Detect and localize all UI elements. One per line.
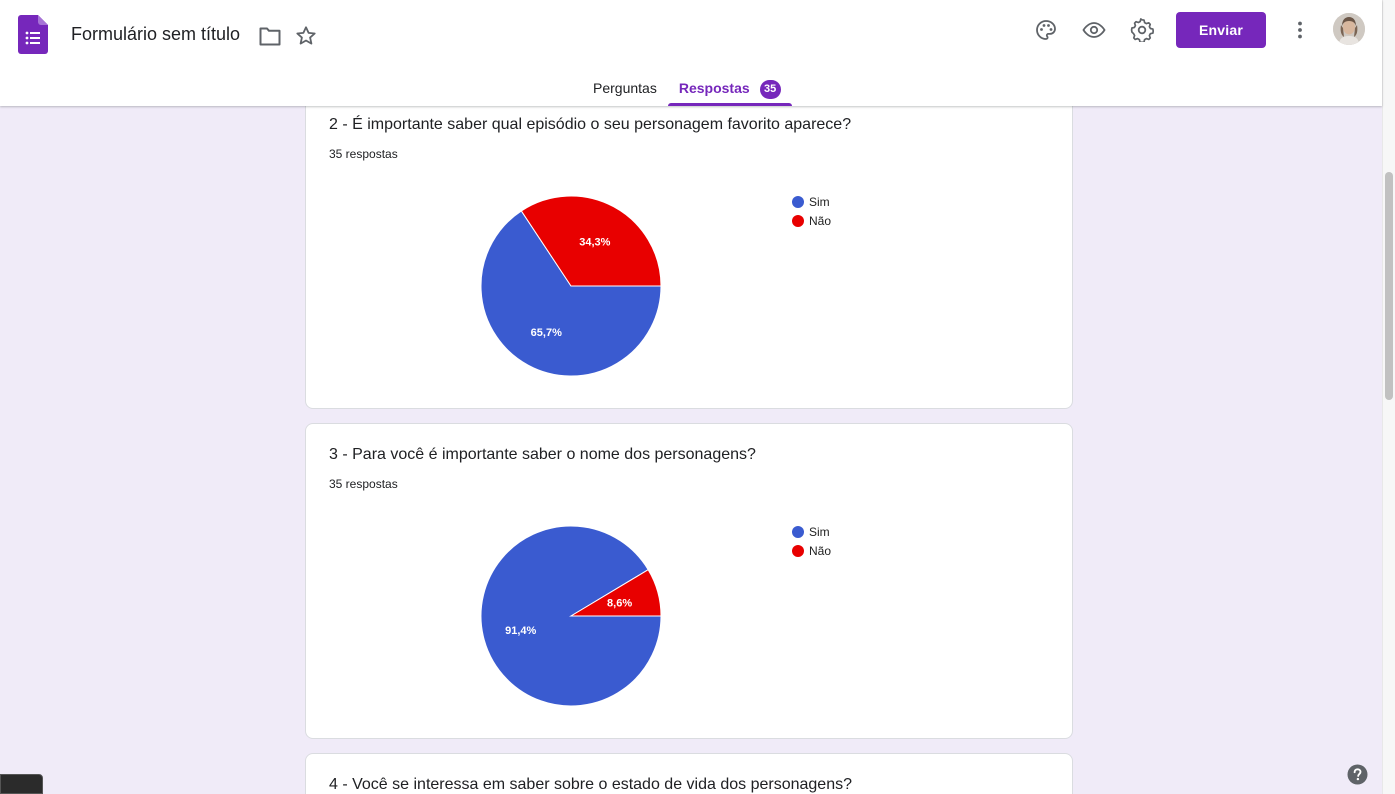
question-title: 4 - Você se interessa em saber sobre o e… bbox=[329, 776, 852, 793]
eye-icon[interactable] bbox=[1082, 18, 1106, 42]
legend-item-sim[interactable]: Sim bbox=[792, 192, 831, 211]
forms-logo-icon[interactable] bbox=[18, 15, 48, 54]
pie-chart: 65,7% 34,3% bbox=[480, 195, 662, 377]
question-title: 2 - É importante saber qual episódio o s… bbox=[329, 116, 852, 133]
question-card: 2 - É importante saber qual episódio o s… bbox=[305, 60, 1073, 409]
responses-count-badge: 35 bbox=[759, 80, 781, 99]
pie-chart: 91,4% 8,6% bbox=[480, 525, 662, 707]
slice-label: 65,7% bbox=[531, 327, 562, 339]
legend-item-nao[interactable]: Não bbox=[792, 211, 831, 230]
legend-item-sim[interactable]: Sim bbox=[792, 522, 831, 541]
more-vert-icon[interactable] bbox=[1288, 18, 1312, 42]
question-card: 3 - Para você é importante saber o nome … bbox=[305, 423, 1073, 739]
slice-label: 34,3% bbox=[579, 237, 610, 249]
scrollbar-thumb[interactable] bbox=[1385, 172, 1393, 400]
chart-legend: Sim Não bbox=[792, 522, 831, 560]
folder-icon[interactable] bbox=[258, 25, 282, 47]
legend-item-nao[interactable]: Não bbox=[792, 541, 831, 560]
avatar[interactable] bbox=[1333, 13, 1365, 45]
tab-perguntas[interactable]: Perguntas bbox=[582, 70, 668, 106]
tab-respostas[interactable]: Respostas 35 bbox=[667, 70, 792, 106]
send-button[interactable]: Enviar bbox=[1176, 12, 1266, 48]
chart-legend: Sim Não bbox=[792, 192, 831, 230]
slice-label: 91,4% bbox=[505, 625, 536, 637]
response-count: 35 respostas bbox=[329, 477, 398, 491]
help-icon[interactable] bbox=[1347, 764, 1368, 785]
legend-dot bbox=[792, 214, 804, 227]
question-card: 4 - Você se interessa em saber sobre o e… bbox=[305, 753, 1073, 794]
question-title: 3 - Para você é importante saber o nome … bbox=[329, 446, 756, 463]
app-header: Formulário sem título Enviar Perguntas R… bbox=[0, 0, 1382, 106]
minimized-panel[interactable] bbox=[0, 774, 43, 794]
legend-dot bbox=[792, 525, 804, 538]
tab-bar: Perguntas Respostas 35 bbox=[582, 70, 792, 106]
slice-label: 8,6% bbox=[607, 598, 632, 610]
form-title[interactable]: Formulário sem título bbox=[71, 24, 240, 45]
gear-icon[interactable] bbox=[1130, 18, 1154, 42]
palette-icon[interactable] bbox=[1034, 18, 1058, 42]
legend-dot bbox=[792, 195, 804, 208]
star-icon[interactable] bbox=[294, 24, 318, 48]
response-count: 35 respostas bbox=[329, 147, 398, 161]
legend-dot bbox=[792, 544, 804, 557]
